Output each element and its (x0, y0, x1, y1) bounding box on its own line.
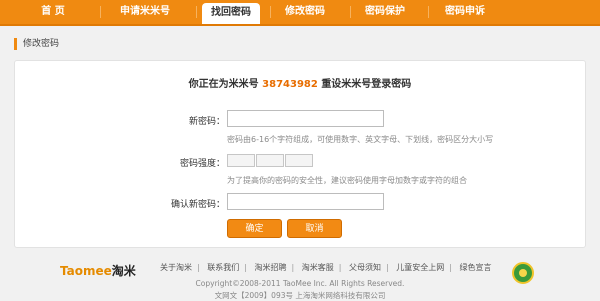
new-password-field[interactable] (227, 110, 384, 127)
nav-separator (100, 6, 101, 18)
page-title: 修改密码 (14, 38, 59, 50)
license-text: 文网文【2009】093号 上海淘米网络科技有限公司 (214, 291, 386, 300)
strength-meter-medium (256, 154, 284, 167)
strength-meter-weak (227, 154, 255, 167)
headline-suffix: 重设米米号登录密码 (321, 79, 412, 90)
logo-cn: 淘米 (111, 264, 136, 278)
footer-link-parents[interactable]: 父母须知 (349, 263, 381, 272)
headline-prefix: 你正在为米米号 (188, 79, 259, 90)
password-strength-hint: 为了提高你的密码的安全性，建议密码使用字母加数字或字符的组合 (227, 176, 467, 185)
footer-link-jobs[interactable]: 淘米招聘 (255, 263, 287, 272)
confirm-password-field[interactable] (227, 193, 384, 210)
nav-separator (196, 6, 197, 18)
form-headline: 你正在为米米号 38743982 重设米米号登录密码 (15, 75, 585, 90)
copyright-text: Copyright©2008-2011 TaoMee Inc. All Righ… (195, 279, 405, 288)
nav-item-recover-password[interactable]: 找回密码 (202, 3, 260, 24)
account-number: 38743982 (262, 79, 318, 90)
logo-text: Taomee (60, 264, 112, 278)
footer-link-about[interactable]: 关于淘米 (160, 263, 192, 272)
footer-link-support[interactable]: 淘米客服 (302, 263, 334, 272)
footer-links: 关于淘米 | 联系我们 | 淘米招聘 | 淘米客服 | 父母须知 | 儿童安全上网 | 绿色… (160, 263, 492, 272)
content-panel: 你正在为米米号 38743982 重设米米号登录密码 新密码： 密码由6-16个… (14, 60, 586, 248)
submit-button[interactable]: 确定 (227, 219, 282, 238)
confirm-password-label: 确认新密码： (170, 200, 225, 210)
password-strength-label: 密码强度： (179, 159, 225, 169)
top-nav: 首 页 申请米米号 找回密码 修改密码 密码保护 密码申诉 (0, 0, 600, 26)
nav-separator (350, 6, 351, 18)
nav-item-apply[interactable]: 申请米米号 (110, 0, 180, 24)
cancel-button[interactable]: 取消 (287, 219, 342, 238)
nav-item-password-protection[interactable]: 密码保护 (356, 0, 414, 24)
nav-separator (428, 6, 429, 18)
footer-link-green[interactable]: 绿色宣言 (460, 263, 492, 272)
footer-link-child-safety[interactable]: 儿童安全上网 (396, 263, 444, 272)
green-seal-icon[interactable] (512, 262, 534, 284)
nav-item-change-password[interactable]: 修改密码 (276, 0, 334, 24)
strength-meter-strong (285, 154, 313, 167)
nav-item-home[interactable]: 首 页 (28, 0, 78, 24)
new-password-hint: 密码由6-16个字符组成，可使用数字、英文字母、下划线，密码区分大小写 (227, 135, 494, 144)
new-password-label: 新密码： (188, 117, 225, 127)
taomee-logo: Taomee淘米 (60, 262, 136, 279)
footer-link-contact[interactable]: 联系我们 (207, 263, 239, 272)
nav-item-password-appeal[interactable]: 密码申诉 (436, 0, 494, 24)
nav-separator (270, 6, 271, 18)
